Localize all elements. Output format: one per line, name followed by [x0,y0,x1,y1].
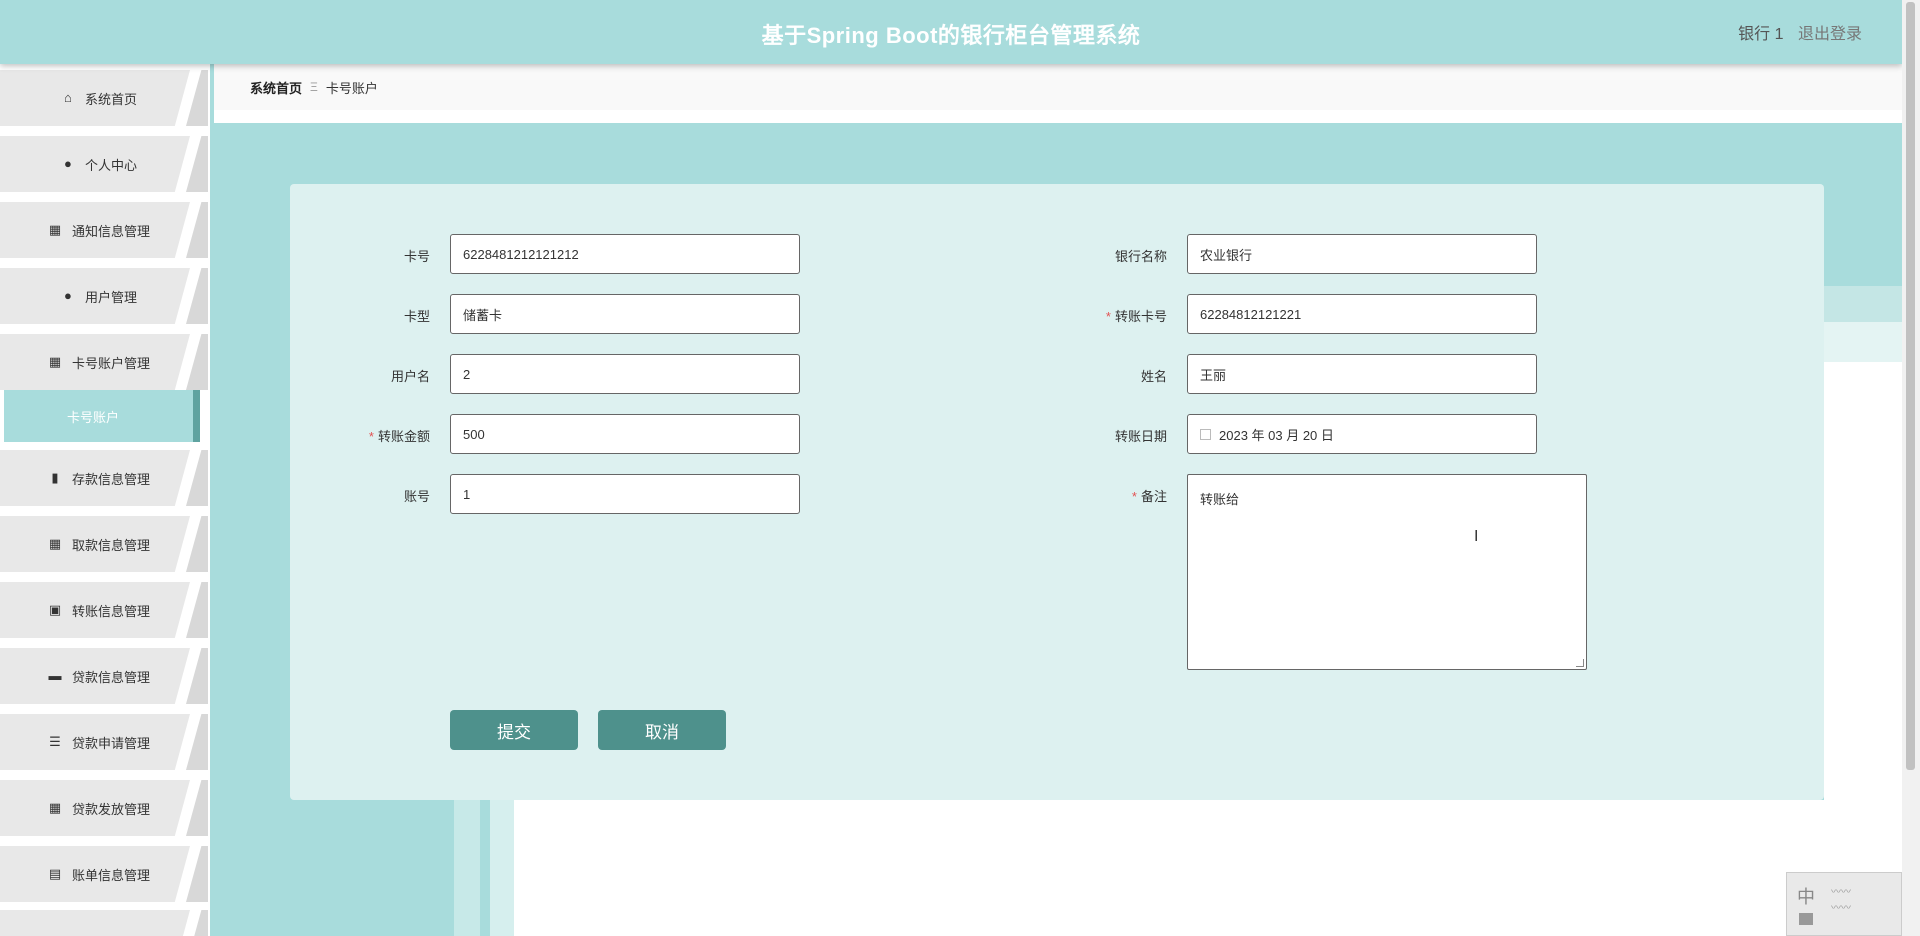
grid-icon: ▦ [48,800,62,815]
sidebar-item-transfers[interactable]: ▣ 转账信息管理 [0,582,210,642]
required-mark: * [1131,489,1137,504]
name-input[interactable]: 王丽 [1187,354,1537,394]
scrollbar-thumb[interactable] [1906,2,1915,770]
home-icon: ⌂ [64,90,72,105]
account-input[interactable]: 1 [450,474,800,514]
sidebar-item-label: 卡号账户管理 [71,355,150,371]
ime-skin-icon[interactable] [1799,913,1813,925]
card-type-label: 卡型 [403,309,430,324]
breadcrumb-separator: Ξ [310,80,318,94]
transfer-card-input[interactable]: 62284812121221 [1187,294,1537,334]
submit-button[interactable]: 提交 [450,710,578,750]
text-cursor-icon: I [1474,528,1479,545]
bank-name-label: 银行名称 [1114,249,1167,264]
sidebar-subitem-card-account[interactable]: 卡号账户 [0,390,210,442]
card-account-form: 卡号 6228481212121212 卡型 储蓄卡 用户名 2 * 转账金额 5… [290,184,1824,800]
vertical-scrollbar[interactable] [1902,0,1920,936]
card-no-input[interactable]: 6228481212121212 [450,234,800,274]
name-label: 姓名 [1140,369,1167,384]
bulb-icon: ● [64,288,72,303]
grid-icon: ▦ [48,536,62,551]
sidebar-item-deposits[interactable]: ▮ 存款信息管理 [0,450,210,510]
current-user: 银行 1 [1738,26,1784,43]
sidebar-item-profile[interactable]: ● 个人中心 [0,136,210,196]
breadcrumb-home[interactable]: 系统首页 [250,78,302,97]
sidebar-item-loan-applications[interactable]: ☰ 贷款申请管理 [0,714,210,774]
decor-block [490,800,514,936]
sidebar-item-loans[interactable]: ▬ 贷款信息管理 [0,648,210,708]
remark-label: * 备注 [1131,489,1167,504]
remark-textarea[interactable]: 转账给 [1187,474,1587,670]
grid-icon: ▦ [48,222,62,237]
account-label: 账号 [403,489,430,504]
date-picker[interactable]: 2023 年 03 月 20 日 [1187,414,1537,454]
app-title: 基于Spring Boot的银行柜台管理系统 [761,23,1141,48]
sidebar-item-card-accounts[interactable]: ▦ 卡号账户管理 [0,334,210,394]
decor-block [1824,322,1902,362]
briefcase-icon: ▬ [48,668,62,683]
decor-block [514,800,1902,936]
transfer-card-label: * 转账卡号 [1105,309,1167,324]
cancel-button[interactable]: 取消 [598,710,726,750]
sidebar-item-label: 取款信息管理 [71,537,150,553]
breadcrumb-current: 卡号账户 [325,80,378,96]
sidebar-item-loan-disbursement[interactable]: ▦ 贷款发放管理 [0,780,210,840]
clipboard-icon: ▤ [48,866,62,881]
grid-icon: ▦ [48,354,62,369]
logout-link[interactable]: 退出登录 [1798,26,1862,43]
sidebar-item-partial[interactable] [0,910,210,936]
bar-chart-icon: ▮ [51,470,59,485]
card-type-input[interactable]: 储蓄卡 [450,294,800,334]
bank-name-input[interactable]: 农业银行 [1187,234,1537,274]
user-icon: ● [64,156,72,171]
sidebar-item-label: 账单信息管理 [71,867,150,883]
sidebar-item-home[interactable]: ⌂ 系统首页 [0,70,210,130]
username-label: 用户名 [390,369,430,384]
username-input[interactable]: 2 [450,354,800,394]
resize-handle-icon[interactable] [1576,659,1584,667]
header-user-area: 银行 1 退出登录 [1728,20,1862,44]
sidebar-item-label: 用户管理 [84,289,137,305]
sidebar-item-label: 系统首页 [84,91,137,107]
sidebar-item-label: 存款信息管理 [71,471,150,487]
sidebar-item-label: 卡号账户 [66,409,119,425]
decor-block [454,800,480,936]
decor-block [1824,286,1902,322]
card-no-label: 卡号 [403,249,430,264]
calendar-icon [1200,428,1211,440]
sidebar-item-bills[interactable]: ▤ 账单信息管理 [0,846,210,906]
sliders-icon: ☰ [49,734,61,749]
sidebar-item-label: 贷款发放管理 [71,801,150,817]
sidebar-item-label: 通知信息管理 [71,223,150,239]
clipboard-x-icon: ▣ [48,602,62,617]
sidebar: ⌂ 系统首页 ● 个人中心 ▦ 通知信息管理 ● 用户管理 ▦ 卡号账户管理 卡号账户 ▮… [0,64,210,936]
amount-label: * 转账金额 [368,429,430,444]
amount-input[interactable]: 500 [450,414,800,454]
breadcrumb: 系统首页 Ξ 卡号账户 [214,64,1902,116]
ime-handwriting-icon[interactable]: 〰〰 〰〰 [1831,885,1851,917]
date-label: 转账日期 [1114,429,1167,444]
decor-block [1824,362,1902,802]
top-header: 基于Spring Boot的银行柜台管理系统 银行 1 退出登录 [0,0,1902,64]
sidebar-item-withdrawals[interactable]: ▦ 取款信息管理 [0,516,210,576]
ime-mode-indicator[interactable]: 中 [1797,883,1815,909]
sidebar-item-label: 个人中心 [84,157,137,173]
sidebar-item-users[interactable]: ● 用户管理 [0,268,210,328]
sidebar-item-label: 转账信息管理 [71,603,150,619]
required-mark: * [368,429,374,444]
sidebar-item-notices[interactable]: ▦ 通知信息管理 [0,202,210,262]
sidebar-item-label: 贷款信息管理 [71,669,150,685]
ime-toolbar[interactable]: 中 〰〰 〰〰 [1786,872,1902,936]
required-mark: * [1105,309,1111,324]
sidebar-item-label: 贷款申请管理 [71,735,150,751]
